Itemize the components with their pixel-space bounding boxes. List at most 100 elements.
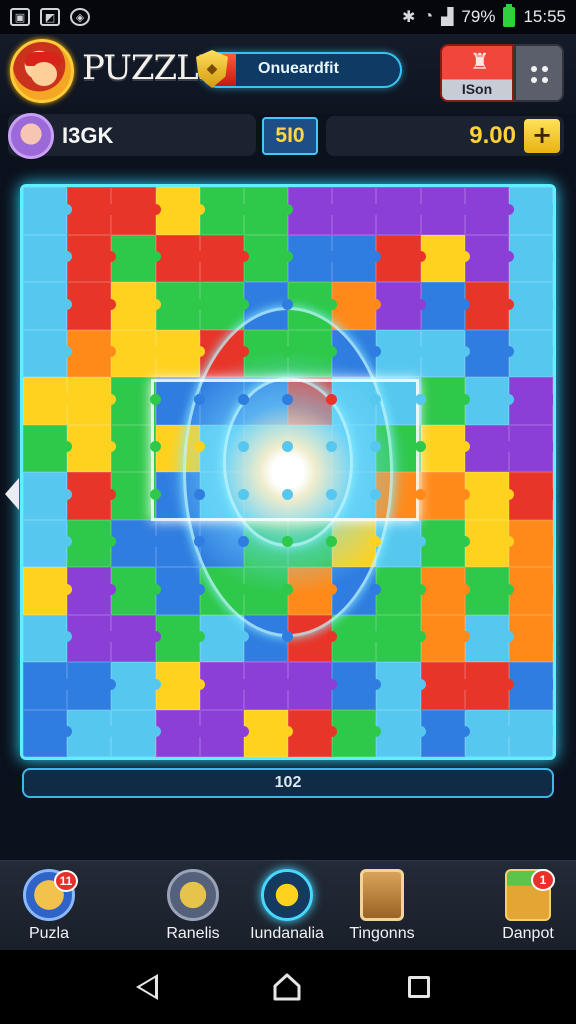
- puzzle-piece[interactable]: [508, 519, 553, 567]
- puzzle-piece[interactable]: [464, 519, 515, 567]
- puzzle-piece[interactable]: [420, 234, 470, 282]
- puzzle-piece[interactable]: [288, 662, 338, 710]
- nav-item-puzla[interactable]: 11 Puzla: [0, 869, 104, 943]
- puzzle-piece[interactable]: [199, 234, 250, 282]
- puzzle-piece[interactable]: [111, 187, 161, 235]
- puzzle-piece[interactable]: [376, 329, 426, 377]
- puzzle-piece[interactable]: [23, 614, 73, 662]
- puzzle-piece[interactable]: [23, 424, 73, 472]
- puzzle-piece[interactable]: [464, 662, 515, 710]
- profile-avatar[interactable]: [10, 39, 74, 103]
- puzzle-piece[interactable]: [155, 187, 205, 235]
- puzzle-piece[interactable]: [464, 614, 515, 662]
- puzzle-piece[interactable]: [155, 709, 205, 757]
- puzzle-piece[interactable]: [111, 519, 161, 567]
- puzzle-piece[interactable]: [420, 662, 470, 710]
- puzzle-piece[interactable]: [420, 614, 470, 662]
- back-icon[interactable]: [136, 974, 158, 1000]
- puzzle-piece[interactable]: [111, 282, 161, 330]
- puzzle-piece[interactable]: [464, 709, 515, 757]
- puzzle-piece[interactable]: [155, 614, 205, 662]
- puzzle-piece[interactable]: [508, 709, 553, 757]
- puzzle-piece[interactable]: [111, 472, 161, 520]
- puzzle-piece[interactable]: [67, 709, 117, 757]
- puzzle-piece[interactable]: [420, 709, 470, 757]
- puzzle-piece[interactable]: [376, 567, 426, 615]
- puzzle-piece[interactable]: [376, 709, 426, 757]
- puzzle-piece[interactable]: [288, 234, 338, 282]
- puzzle-piece[interactable]: [111, 377, 161, 425]
- puzzle-piece[interactable]: [464, 329, 515, 377]
- puzzle-piece[interactable]: [111, 567, 161, 615]
- puzzle-piece[interactable]: [67, 567, 117, 615]
- puzzle-piece[interactable]: [67, 519, 117, 567]
- puzzle-piece[interactable]: [420, 282, 470, 330]
- puzzle-piece[interactable]: [332, 187, 382, 235]
- puzzle-piece[interactable]: [111, 709, 161, 757]
- puzzle-piece[interactable]: [464, 472, 515, 520]
- puzzle-piece[interactable]: [67, 662, 117, 710]
- puzzle-board[interactable]: [20, 184, 556, 760]
- puzzle-piece[interactable]: [288, 187, 338, 235]
- left-arrow-icon[interactable]: [5, 478, 19, 510]
- puzzle-piece[interactable]: [243, 187, 294, 235]
- puzzle-piece[interactable]: [243, 662, 294, 710]
- puzzle-piece[interactable]: [420, 329, 470, 377]
- puzzle-piece[interactable]: [67, 377, 117, 425]
- puzzle-piece[interactable]: [332, 709, 382, 757]
- puzzle-piece[interactable]: [420, 567, 470, 615]
- puzzle-piece[interactable]: [23, 187, 73, 235]
- puzzle-piece[interactable]: [508, 282, 553, 330]
- puzzle-piece[interactable]: [464, 187, 515, 235]
- recents-icon[interactable]: [408, 976, 430, 998]
- puzzle-piece[interactable]: [199, 282, 250, 330]
- nav-item-danpot[interactable]: 1 Danpot: [473, 869, 576, 943]
- puzzle-piece[interactable]: [420, 187, 470, 235]
- puzzle-piece[interactable]: [23, 234, 73, 282]
- puzzle-piece[interactable]: [420, 519, 470, 567]
- puzzle-piece[interactable]: [67, 329, 117, 377]
- puzzle-piece[interactable]: [420, 424, 470, 472]
- puzzle-piece[interactable]: [508, 662, 553, 710]
- puzzle-piece[interactable]: [111, 662, 161, 710]
- puzzle-piece[interactable]: [23, 329, 73, 377]
- puzzle-piece[interactable]: [508, 377, 553, 425]
- puzzle-piece[interactable]: [508, 614, 553, 662]
- puzzle-piece[interactable]: [155, 234, 205, 282]
- puzzle-piece[interactable]: [111, 234, 161, 282]
- puzzle-piece[interactable]: [420, 472, 470, 520]
- puzzle-piece[interactable]: [464, 567, 515, 615]
- puzzle-piece[interactable]: [464, 377, 515, 425]
- puzzle-piece[interactable]: [23, 567, 73, 615]
- puzzle-piece[interactable]: [508, 329, 553, 377]
- puzzle-piece[interactable]: [332, 234, 382, 282]
- puzzle-piece[interactable]: [332, 662, 382, 710]
- puzzle-piece[interactable]: [420, 377, 470, 425]
- puzzle-piece[interactable]: [23, 519, 73, 567]
- puzzle-piece[interactable]: [508, 424, 553, 472]
- puzzle-piece[interactable]: [464, 282, 515, 330]
- puzzle-piece[interactable]: [376, 187, 426, 235]
- puzzle-piece[interactable]: [243, 709, 294, 757]
- puzzle-piece[interactable]: [111, 424, 161, 472]
- puzzle-piece[interactable]: [508, 187, 553, 235]
- puzzle-piece[interactable]: [243, 234, 294, 282]
- plus-icon[interactable]: +: [524, 119, 560, 153]
- player-card[interactable]: I3GK: [8, 113, 256, 159]
- puzzle-piece[interactable]: [155, 329, 205, 377]
- puzzle-piece[interactable]: [376, 662, 426, 710]
- puzzle-piece[interactable]: [332, 614, 382, 662]
- puzzle-piece[interactable]: [67, 472, 117, 520]
- puzzle-piece[interactable]: [376, 614, 426, 662]
- puzzle-piece[interactable]: [67, 424, 117, 472]
- puzzle-piece[interactable]: [155, 282, 205, 330]
- puzzle-piece[interactable]: [508, 567, 553, 615]
- puzzle-piece[interactable]: [23, 377, 73, 425]
- puzzle-piece[interactable]: [23, 282, 73, 330]
- puzzle-piece[interactable]: [376, 234, 426, 282]
- puzzle-piece[interactable]: [155, 662, 205, 710]
- puzzle-piece[interactable]: [508, 234, 553, 282]
- puzzle-piece[interactable]: [199, 614, 250, 662]
- home-icon[interactable]: [272, 972, 302, 1002]
- puzzle-piece[interactable]: [67, 282, 117, 330]
